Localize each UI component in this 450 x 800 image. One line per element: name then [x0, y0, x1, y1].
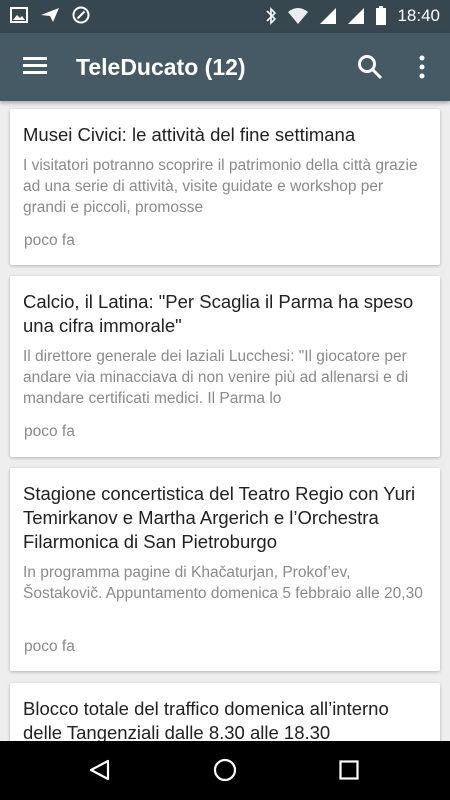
system-icons: 18:40	[265, 6, 440, 26]
news-title: Stagione concertistica del Teatro Regio …	[23, 483, 416, 552]
signal-icon-2	[348, 8, 365, 24]
news-time: poco fa	[24, 232, 75, 249]
news-summary: In programma pagine di Khačaturjan, Prok…	[23, 564, 423, 602]
news-summary: I visitatori potranno scoprire il patrim…	[23, 157, 418, 216]
recent-apps-icon[interactable]	[339, 760, 359, 780]
news-card[interactable]: Musei Civici: le attività del fine setti…	[10, 109, 440, 265]
send-icon	[41, 8, 59, 22]
back-icon[interactable]	[88, 758, 112, 782]
menu-icon[interactable]	[22, 53, 48, 79]
bluetooth-icon	[266, 7, 277, 25]
status-bar: 18:40	[0, 0, 450, 33]
more-options-icon[interactable]	[413, 54, 431, 80]
news-time: poco fa	[24, 638, 75, 655]
news-summary: Il direttore generale dei laziali Lucche…	[23, 348, 409, 407]
navigation-bar	[0, 741, 450, 800]
signal-icon	[320, 8, 337, 24]
news-title: Calcio, il Latina: "Per Scaglia il Parma…	[23, 291, 414, 336]
home-icon[interactable]	[213, 758, 237, 782]
news-card[interactable]: Calcio, il Latina: "Per Scaglia il Parma…	[10, 276, 440, 457]
notification-icons	[10, 6, 90, 24]
clock: 18:40	[397, 6, 440, 25]
battery-icon	[376, 6, 387, 25]
news-title: Blocco totale del traffico domenica all’…	[23, 698, 389, 741]
news-list: Musei Civici: le attività del fine setti…	[0, 101, 450, 741]
app-bar: TeleDucato (12)	[0, 33, 450, 101]
news-card[interactable]: Stagione concertistica del Teatro Regio …	[10, 468, 440, 671]
news-card[interactable]: Blocco totale del traffico domenica all’…	[10, 683, 440, 741]
news-title: Musei Civici: le attività del fine setti…	[23, 124, 356, 145]
app-title: TeleDucato (12)	[76, 54, 246, 80]
wifi-icon	[288, 8, 309, 24]
search-icon[interactable]	[357, 54, 383, 80]
news-time: poco fa	[24, 423, 75, 440]
image-icon	[10, 7, 28, 23]
shield-icon	[72, 6, 90, 24]
